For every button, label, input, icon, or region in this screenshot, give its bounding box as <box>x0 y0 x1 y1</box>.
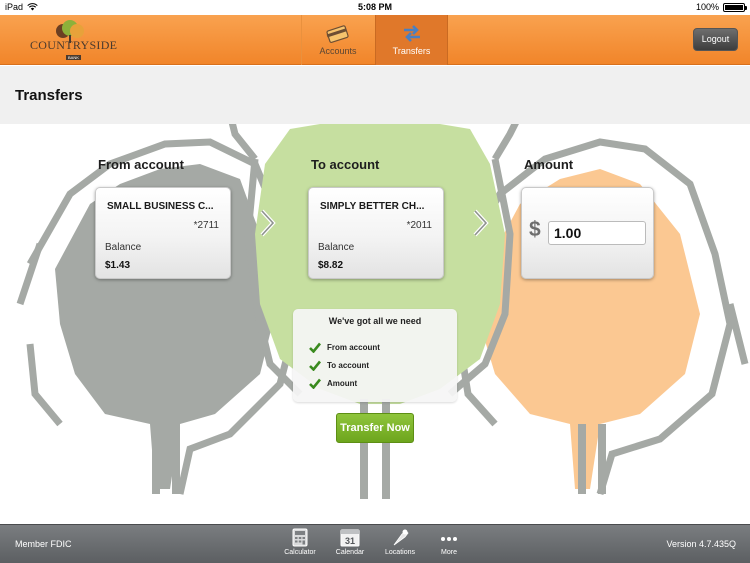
tab-transfers-label: Transfers <box>392 46 431 56</box>
tab-more[interactable]: More <box>426 528 472 556</box>
transfer-arrows-icon <box>403 25 420 42</box>
from-balance-value: $1.43 <box>105 260 131 271</box>
tab-locations[interactable]: Locations <box>377 528 423 556</box>
checklist-item-label: Amount <box>327 379 358 388</box>
version-text: Version 4.7.435Q <box>666 539 736 549</box>
from-account-card[interactable]: SMALL BUSINESS C... *2711 Balance $1.43 <box>95 187 231 279</box>
footer-bar: Member FDIC Calculator 31 Calendar Locat… <box>0 524 750 563</box>
checkmark-icon <box>309 342 321 353</box>
checklist-item-label: To account <box>327 361 370 370</box>
tab-calculator[interactable]: Calculator <box>277 528 323 556</box>
checklist-item: To account <box>309 360 369 371</box>
bank-logo[interactable]: COUNTRYSIDE BANK <box>30 19 118 61</box>
checkmark-icon <box>309 360 321 371</box>
amount-label: Amount <box>524 157 574 172</box>
to-account-label: To account <box>311 157 380 172</box>
calendar-day-text: 31 <box>345 536 355 546</box>
to-balance-value: $8.82 <box>318 260 344 271</box>
from-account-label: From account <box>98 157 184 172</box>
to-account-number: *2011 <box>406 220 432 231</box>
tab-accounts-label: Accounts <box>319 46 357 56</box>
transfer-panel: From account To account Amount SMALL BUS… <box>0 124 750 524</box>
checklist-item-label: From account <box>327 343 380 352</box>
credit-card-icon <box>326 25 349 43</box>
tab-more-label: More <box>441 549 457 556</box>
tab-calendar-label: Calendar <box>335 549 365 556</box>
checklist-item: From account <box>309 342 380 353</box>
calculator-icon <box>292 528 308 547</box>
tab-locations-label: Locations <box>385 549 415 556</box>
amount-input[interactable] <box>548 221 646 245</box>
from-account-number: *2711 <box>193 220 219 231</box>
logout-button[interactable]: Logout <box>693 28 738 51</box>
map-pin-icon <box>393 529 409 546</box>
calendar-icon: 31 <box>340 529 360 547</box>
from-account-name: SMALL BUSINESS C... <box>107 201 214 212</box>
checkmark-icon <box>309 378 321 389</box>
member-fdic-text: Member FDIC <box>15 539 72 549</box>
more-dots-icon <box>441 537 457 541</box>
amount-card: $ <box>521 187 654 279</box>
tab-transfers[interactable]: Transfers <box>375 15 448 65</box>
logo-text: COUNTRYSIDE <box>30 38 118 52</box>
app-header: COUNTRYSIDE BANK Accounts Transfers Logo… <box>0 15 750 65</box>
tab-calendar[interactable]: 31 Calendar <box>327 528 373 556</box>
transfer-now-button[interactable]: Transfer Now <box>336 413 414 443</box>
checklist-panel: We've got all we need From account To ac… <box>293 309 457 402</box>
to-balance-label: Balance <box>318 242 355 253</box>
battery-percent: 100% <box>695 2 719 12</box>
logo-subtext: BANK <box>66 55 81 60</box>
tab-accounts[interactable]: Accounts <box>301 15 374 65</box>
to-account-name: SIMPLY BETTER CH... <box>320 201 425 212</box>
status-bar: iPad 5:08 PM 100% <box>0 0 750 15</box>
tab-calculator-label: Calculator <box>284 549 316 556</box>
from-balance-label: Balance <box>105 242 142 253</box>
checklist-item: Amount <box>309 378 357 389</box>
chevron-right-icon <box>260 209 276 237</box>
page-title: Transfers <box>15 87 83 104</box>
battery-icon <box>723 2 747 12</box>
checklist-title: We've got all we need <box>328 316 422 326</box>
currency-symbol: $ <box>529 218 541 241</box>
chevron-right-icon <box>473 209 489 237</box>
clock: 5:08 PM <box>357 2 392 12</box>
to-account-card[interactable]: SIMPLY BETTER CH... *2011 Balance $8.82 <box>308 187 444 279</box>
title-bar: Transfers <box>0 66 750 124</box>
